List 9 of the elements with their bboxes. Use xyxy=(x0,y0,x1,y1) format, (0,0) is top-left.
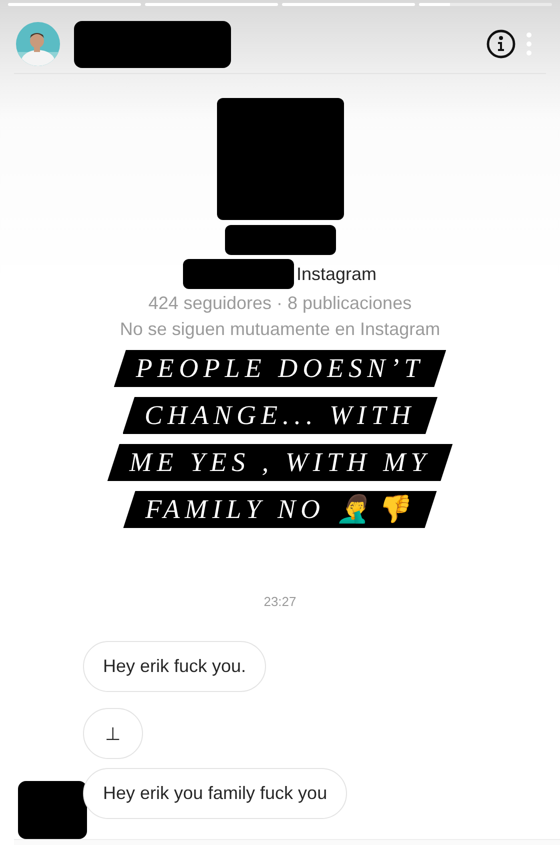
profile-stats: 424 seguidores · 8 publicaciones xyxy=(148,293,412,314)
timestamp: 23:27 xyxy=(262,594,298,609)
more-icon[interactable] xyxy=(526,32,532,56)
info-icon[interactable] xyxy=(486,29,516,59)
mutual-follow-note: No se siguen mutuamente en Instagram xyxy=(120,319,440,340)
message-bubble: Hey erik you family fuck you xyxy=(83,768,348,819)
message-bubble: ⊥ xyxy=(83,708,143,759)
message-bubble: Hey erik fuck you. xyxy=(83,641,266,692)
platform-label: Instagram xyxy=(296,264,377,284)
